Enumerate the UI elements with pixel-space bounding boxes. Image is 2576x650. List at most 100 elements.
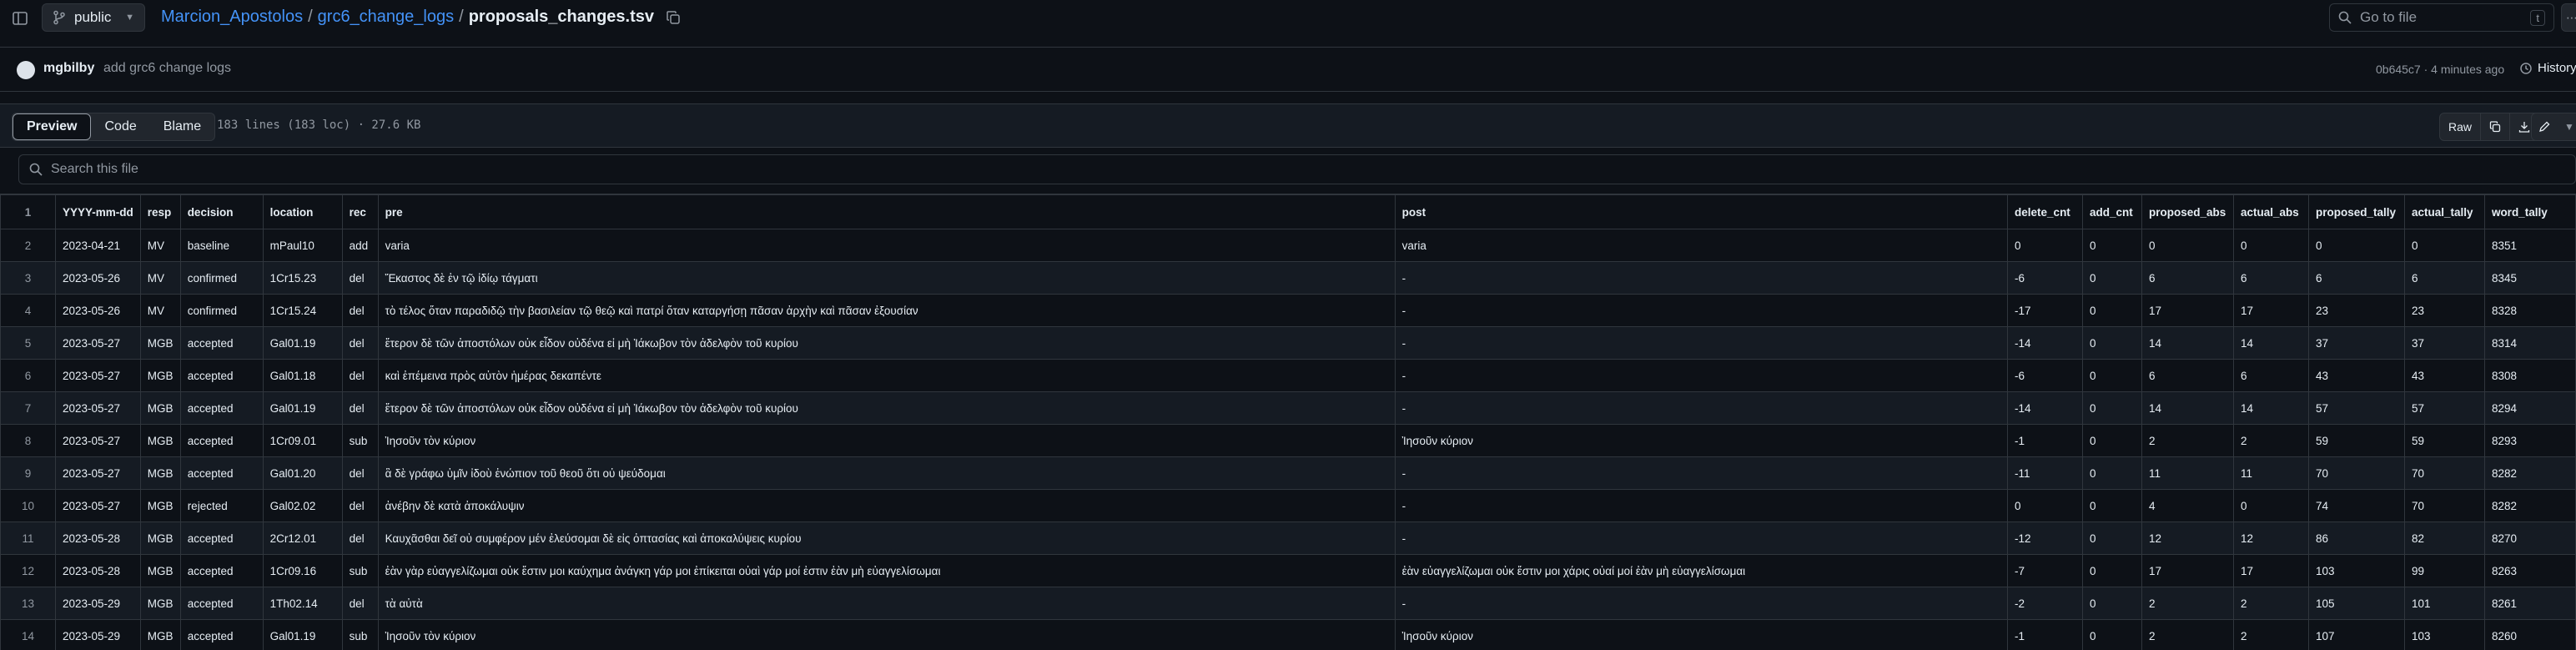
line-number: 10 (1, 490, 56, 522)
table-cell: 8282 (2484, 457, 2575, 490)
tab-blame[interactable]: Blame (150, 113, 214, 140)
commit-author[interactable]: mgbilby (43, 61, 94, 76)
view-mode-tabs: Preview Code Blame (12, 113, 215, 141)
table-cell: - (1395, 457, 2007, 490)
table-cell: 6 (2142, 360, 2234, 392)
breadcrumb-owner[interactable]: Marcion_Apostolos (161, 8, 303, 27)
tab-preview[interactable]: Preview (13, 113, 91, 140)
tab-code[interactable]: Code (91, 113, 149, 140)
table-cell: -6 (2008, 262, 2083, 295)
table-cell: del (342, 295, 378, 327)
table-cell: 86 (2308, 522, 2404, 555)
table-cell: 0 (2083, 295, 2142, 327)
go-to-file-input[interactable]: Go to file t (2329, 3, 2554, 32)
table-cell: 2023-05-27 (55, 327, 140, 360)
table-cell: 14 (2142, 392, 2234, 425)
column-header: actual_tally (2404, 195, 2484, 229)
line-number: 14 (1, 620, 56, 650)
table-cell: -12 (2008, 522, 2083, 555)
table-cell: -2 (2008, 587, 2083, 620)
table-cell: 1Cr15.23 (263, 262, 342, 295)
table-cell: Ἰησοῦν κύριον (1395, 620, 2007, 650)
table-cell: del (342, 360, 378, 392)
table-cell: 1Cr15.24 (263, 295, 342, 327)
table-cell: sub (342, 555, 378, 587)
table-cell: 99 (2404, 555, 2484, 587)
line-number: 8 (1, 425, 56, 457)
table-cell: 59 (2308, 425, 2404, 457)
table-cell: del (342, 490, 378, 522)
tsv-table-container[interactable]: 1 YYYY-mm-ddrespdecisionlocationrecprepo… (0, 194, 2576, 650)
table-cell: del (342, 327, 378, 360)
copy-icon[interactable] (666, 10, 681, 25)
history-button[interactable]: History (2519, 61, 2576, 75)
visibility-dropdown[interactable]: public ▼ (42, 3, 145, 32)
table-cell: 6 (2233, 360, 2308, 392)
raw-actions: Raw (2439, 113, 2539, 141)
table-row: 62023-05-27MGBacceptedGal01.18delκαὶ ἐπέ… (1, 360, 2576, 392)
table-cell: 2023-05-27 (55, 392, 140, 425)
table-cell: ἀνέβην δὲ κατὰ ἀποκάλυψιν (378, 490, 1395, 522)
table-cell: 0 (2083, 327, 2142, 360)
more-options-button[interactable]: ⋯ (2561, 3, 2576, 32)
table-cell: 2023-05-27 (55, 457, 140, 490)
table-cell: 2Cr12.01 (263, 522, 342, 555)
table-cell: 43 (2404, 360, 2484, 392)
commit-message[interactable]: add grc6 change logs (103, 61, 231, 76)
table-cell: 8263 (2484, 555, 2575, 587)
table-cell: confirmed (180, 262, 263, 295)
table-cell: 82 (2404, 522, 2484, 555)
table-cell: 6 (2142, 262, 2234, 295)
table-row: 142023-05-29MGBacceptedGal01.19subἸησοῦν… (1, 620, 2576, 650)
table-cell: 57 (2404, 392, 2484, 425)
table-cell: τὰ αὐτὰ (378, 587, 1395, 620)
table-cell: sub (342, 620, 378, 650)
table-row: 92023-05-27MGBacceptedGal01.20delἃ δὲ γρ… (1, 457, 2576, 490)
raw-button[interactable]: Raw (2440, 113, 2481, 140)
search-placeholder: Search this file (51, 162, 138, 177)
table-cell: del (342, 262, 378, 295)
table-cell: 74 (2308, 490, 2404, 522)
column-header: YYYY-mm-dd (55, 195, 140, 229)
table-cell: 8351 (2484, 229, 2575, 262)
file-header: Preview Code Blame 183 lines (183 loc) ·… (0, 103, 2576, 147)
table-cell: 0 (2233, 490, 2308, 522)
table-cell: 0 (2404, 229, 2484, 262)
table-cell: Gal01.20 (263, 457, 342, 490)
table-cell: καὶ ἐπέμεινα πρὸς αὐτὸν ἡμέρας δεκαπέντε (378, 360, 1395, 392)
table-cell: 0 (2233, 229, 2308, 262)
column-header: rec (342, 195, 378, 229)
table-cell: 0 (2083, 229, 2142, 262)
table-cell: 0 (2083, 555, 2142, 587)
table-cell: 105 (2308, 587, 2404, 620)
table-cell: Gal01.19 (263, 620, 342, 650)
column-header: proposed_abs (2142, 195, 2234, 229)
table-cell: 37 (2308, 327, 2404, 360)
table-cell: 0 (2083, 490, 2142, 522)
sidebar-toggle-icon[interactable] (10, 8, 30, 28)
line-number: 6 (1, 360, 56, 392)
avatar[interactable] (17, 61, 35, 79)
table-cell: 70 (2404, 490, 2484, 522)
table-cell: 12 (2142, 522, 2234, 555)
table-cell: - (1395, 327, 2007, 360)
line-number: 5 (1, 327, 56, 360)
search-file-input[interactable]: Search this file (18, 154, 2576, 184)
column-header: location (263, 195, 342, 229)
table-cell: 2023-05-28 (55, 522, 140, 555)
top-bar: public ▼ Marcion_Apostolos / grc6_change… (0, 0, 2576, 37)
table-cell: 12 (2233, 522, 2308, 555)
pencil-icon[interactable] (2532, 113, 2557, 140)
breadcrumb-folder[interactable]: grc6_change_logs (318, 8, 454, 27)
table-cell: 0 (2142, 229, 2234, 262)
table-cell: varia (378, 229, 1395, 262)
table-cell: Ἕκαστος δὲ ἐν τῷ ἰδίῳ τάγματι (378, 262, 1395, 295)
table-cell: 8314 (2484, 327, 2575, 360)
table-cell: del (342, 457, 378, 490)
table-cell: 14 (2233, 327, 2308, 360)
table-row: 112023-05-28MGBaccepted2Cr12.01delΚαυχᾶσ… (1, 522, 2576, 555)
chevron-down-icon[interactable]: ▼ (2557, 113, 2576, 140)
table-cell: confirmed (180, 295, 263, 327)
copy-raw-icon[interactable] (2481, 113, 2510, 140)
commit-meta[interactable]: 0b645c7 · 4 minutes ago (2376, 63, 2504, 76)
